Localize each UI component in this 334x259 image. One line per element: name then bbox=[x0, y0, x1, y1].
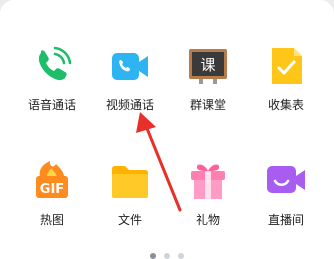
page-dot[interactable] bbox=[164, 253, 170, 259]
app-label: 热图 bbox=[39, 213, 64, 227]
app-label: 礼物 bbox=[195, 213, 220, 227]
group-class-icon-text: 课 bbox=[200, 56, 215, 74]
video-call-icon bbox=[108, 44, 152, 88]
app-group-class[interactable]: 课 群课堂 bbox=[168, 44, 248, 124]
live-room-icon bbox=[264, 159, 308, 203]
app-label: 语音通话 bbox=[27, 98, 76, 112]
app-grid-panel: 语音通话 视频通话 课 群课堂 收集表 GIF 热图 文件 礼物 直播间 bbox=[0, 0, 334, 259]
page-dot[interactable] bbox=[178, 253, 184, 259]
app-hot-gif[interactable]: GIF 热图 bbox=[12, 159, 92, 239]
hot-gif-icon-text: GIF bbox=[40, 182, 64, 197]
group-class-icon: 课 bbox=[186, 44, 230, 88]
page-indicator bbox=[0, 253, 334, 259]
app-label: 收集表 bbox=[267, 98, 304, 112]
app-gift[interactable]: 礼物 bbox=[168, 159, 248, 239]
app-live-room[interactable]: 直播间 bbox=[246, 159, 326, 239]
app-voice-call[interactable]: 语音通话 bbox=[12, 44, 92, 124]
app-video-call[interactable]: 视频通话 bbox=[90, 44, 170, 124]
app-label: 文件 bbox=[117, 213, 142, 227]
page-dot-active[interactable] bbox=[150, 253, 156, 259]
app-label: 群课堂 bbox=[189, 98, 226, 112]
gift-icon bbox=[186, 159, 230, 203]
collection-form-icon bbox=[264, 44, 308, 88]
voice-call-icon bbox=[30, 44, 74, 88]
app-file[interactable]: 文件 bbox=[90, 159, 170, 239]
app-collection-form[interactable]: 收集表 bbox=[246, 44, 326, 124]
app-label: 视频通话 bbox=[105, 98, 154, 112]
file-folder-icon bbox=[108, 159, 152, 203]
hot-gif-icon: GIF bbox=[30, 159, 74, 203]
app-label: 直播间 bbox=[267, 213, 304, 227]
